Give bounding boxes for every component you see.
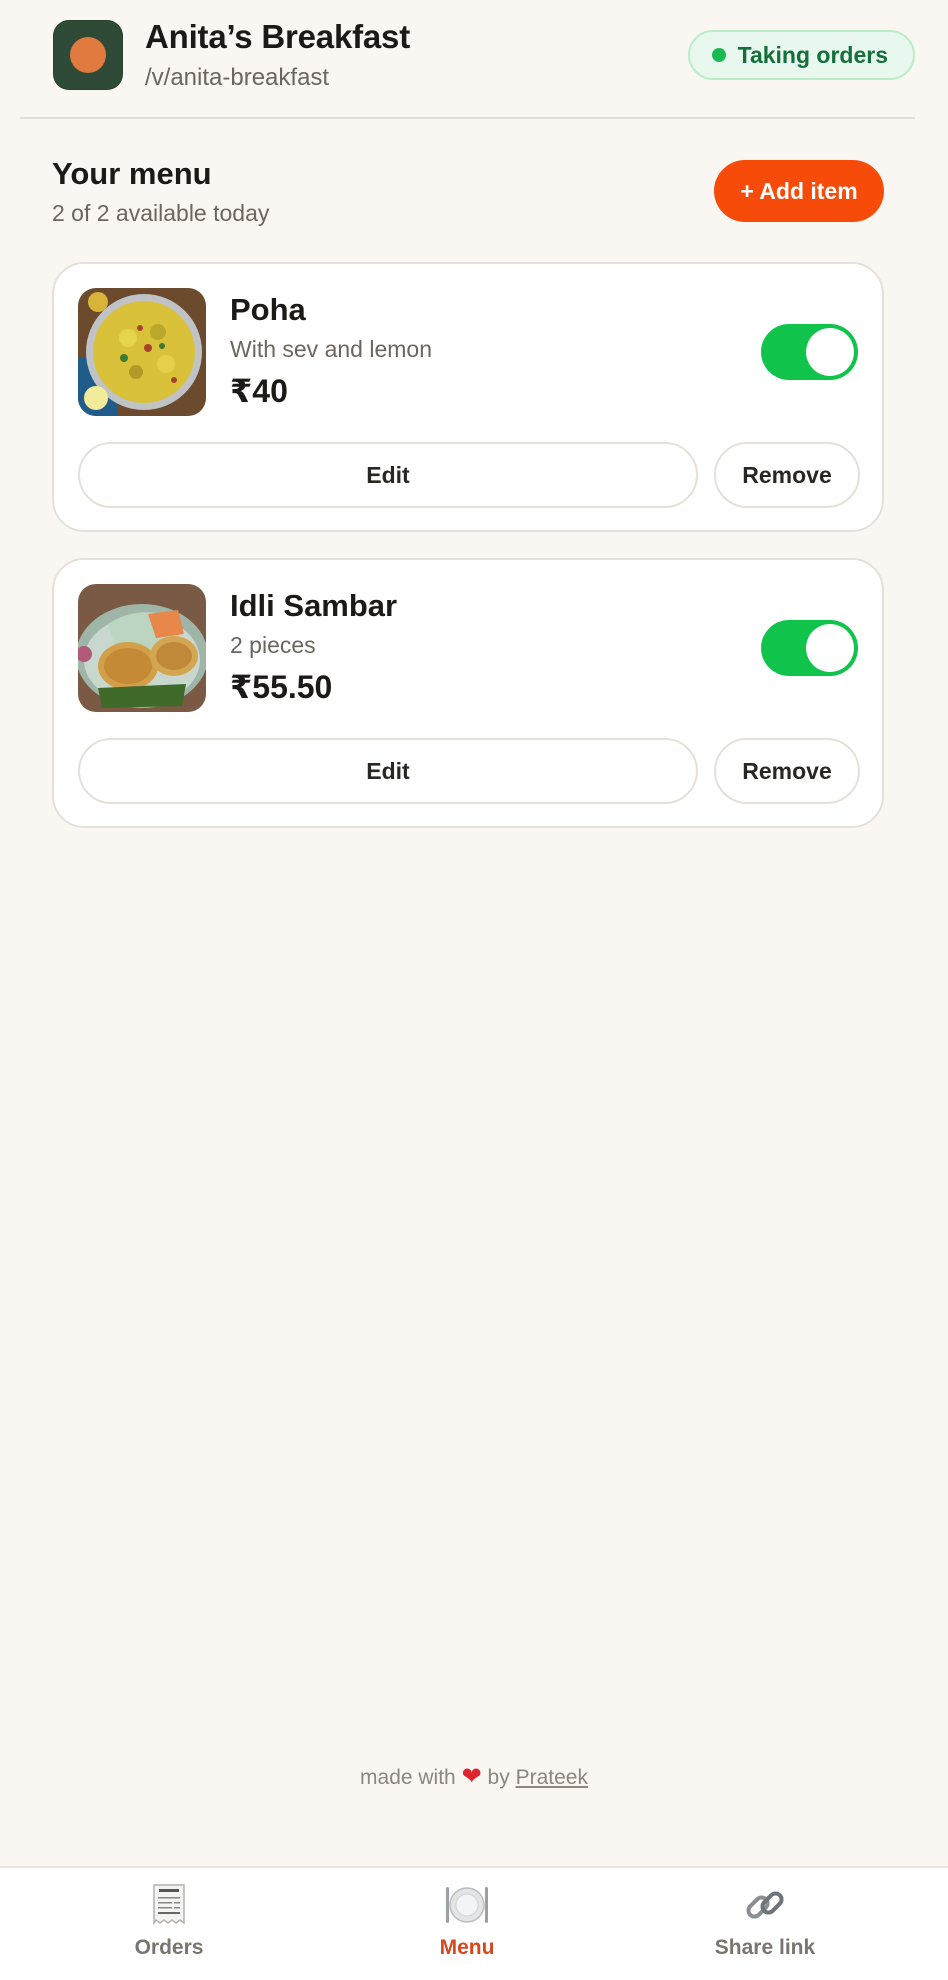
- nav-label-menu: Menu: [439, 1936, 495, 1959]
- receipt-icon: [69, 1882, 269, 1928]
- nav-label-orders: Orders: [134, 1936, 204, 1959]
- item-price: ₹55.50: [230, 669, 333, 705]
- credit-middle: by: [487, 1766, 510, 1789]
- logo-dot: [70, 37, 106, 73]
- edit-button[interactable]: Edit: [78, 738, 698, 804]
- idli-sambar-photo: [78, 584, 206, 712]
- remove-button[interactable]: Remove: [714, 442, 860, 508]
- shop-logo: [53, 20, 123, 90]
- poha-photo: [78, 288, 206, 416]
- shop-slug: /v/anita-breakfast: [145, 64, 330, 91]
- menu-item-card: Idli Sambar 2 pieces ₹55.50 Edit Remove: [52, 558, 884, 828]
- availability-toggle[interactable]: [761, 620, 858, 676]
- item-name: Idli Sambar: [230, 588, 398, 623]
- item-description: 2 pieces: [230, 632, 316, 658]
- bottom-nav: Orders Menu Share link: [0, 1866, 948, 1980]
- menu-item-card: Poha With sev and lemon ₹40 Edit Remove: [52, 262, 884, 532]
- nav-item-share-link[interactable]: Share link: [665, 1882, 865, 1960]
- edit-button[interactable]: Edit: [78, 442, 698, 508]
- item-description: With sev and lemon: [230, 336, 432, 362]
- add-item-button[interactable]: + Add item: [714, 160, 884, 222]
- plate-icon: [367, 1882, 567, 1928]
- shop-name: Anita’s Breakfast: [145, 18, 410, 55]
- nav-label-share-link: Share link: [714, 1936, 816, 1959]
- toggle-knob: [806, 624, 854, 672]
- footer-credit: made with ❤ by Prateek: [0, 1762, 948, 1791]
- status-dot-icon: [711, 48, 726, 62]
- availability-toggle[interactable]: [761, 324, 858, 380]
- item-name: Poha: [230, 292, 306, 327]
- item-price: ₹40: [230, 373, 288, 409]
- remove-button[interactable]: Remove: [714, 738, 860, 804]
- toggle-knob: [806, 328, 854, 376]
- status-label: Taking orders: [737, 41, 888, 68]
- heart-icon: ❤: [461, 1763, 482, 1790]
- credit-prefix: made with: [360, 1766, 456, 1789]
- page-title: Your menu: [52, 156, 212, 191]
- nav-item-menu[interactable]: Menu: [367, 1882, 567, 1960]
- link-icon: [665, 1882, 865, 1928]
- availability-count: 2 of 2 available today: [52, 200, 270, 226]
- author-link[interactable]: Prateek: [516, 1766, 588, 1789]
- app-header: Anita’s Breakfast /v/anita-breakfast Tak…: [20, 0, 915, 119]
- status-badge[interactable]: Taking orders: [687, 30, 915, 80]
- nav-item-orders[interactable]: Orders: [69, 1882, 269, 1960]
